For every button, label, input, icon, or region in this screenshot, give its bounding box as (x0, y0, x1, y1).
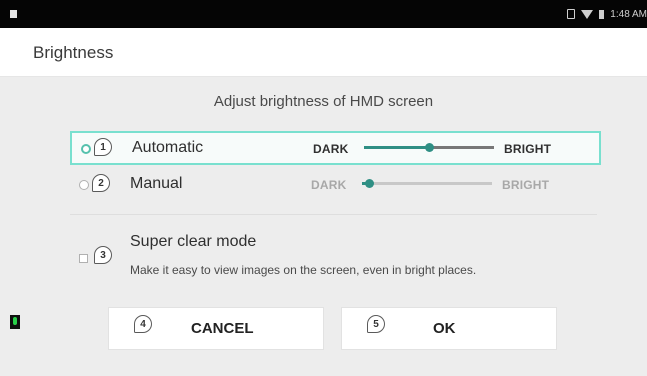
dark-label: DARK (311, 178, 347, 192)
option-manual[interactable]: 2 Manual DARK BRIGHT (70, 169, 597, 199)
radio-automatic[interactable] (81, 144, 91, 154)
super-clear-description: Make it easy to view images on the scree… (130, 263, 477, 277)
callout-number-3: 3 (94, 246, 112, 264)
super-clear-option[interactable]: 3 Super clear mode Make it easy to view … (70, 227, 630, 287)
sim-icon (567, 9, 576, 19)
notification-icon (10, 10, 17, 18)
callout-number-1: 1 (94, 138, 112, 156)
title-bar: Brightness (0, 28, 647, 77)
wifi-icon (581, 9, 594, 19)
super-clear-title: Super clear mode (130, 233, 257, 250)
super-clear-checkbox[interactable] (79, 254, 88, 263)
status-icons: 1:48 AM (567, 4, 647, 24)
option-label: Manual (130, 175, 183, 192)
divider (70, 214, 597, 215)
brightness-slider-automatic[interactable] (364, 143, 494, 152)
dark-label: DARK (313, 142, 349, 156)
cancel-button[interactable]: 4 CANCEL (108, 307, 324, 350)
microphone-icon (13, 317, 17, 325)
brightness-panel: Adjust brightness of HMD screen 1 Automa… (0, 77, 647, 376)
status-time: 1:48 AM (610, 8, 647, 20)
callout-number-2: 2 (92, 174, 110, 192)
bright-label: BRIGHT (502, 178, 550, 192)
slider-thumb[interactable] (364, 179, 374, 188)
option-automatic[interactable]: 1 Automatic DARK BRIGHT (70, 131, 601, 165)
slider-thumb[interactable] (425, 143, 434, 152)
callout-number-4: 4 (134, 315, 152, 333)
brightness-slider-manual[interactable] (362, 179, 492, 188)
cancel-label: CANCEL (191, 320, 254, 337)
battery-icon (599, 9, 605, 19)
slider-fill (364, 146, 429, 149)
option-label: Automatic (132, 139, 204, 156)
status-bar: 1:48 AM (0, 0, 647, 28)
ok-label: OK (433, 320, 456, 337)
page-title: Brightness (33, 43, 114, 62)
callout-number-5: 5 (367, 315, 385, 333)
bright-label: BRIGHT (504, 142, 552, 156)
ok-button[interactable]: 5 OK (341, 307, 557, 350)
section-heading: Adjust brightness of HMD screen (213, 93, 434, 110)
mic-indicator (10, 315, 20, 329)
radio-manual[interactable] (79, 180, 89, 190)
